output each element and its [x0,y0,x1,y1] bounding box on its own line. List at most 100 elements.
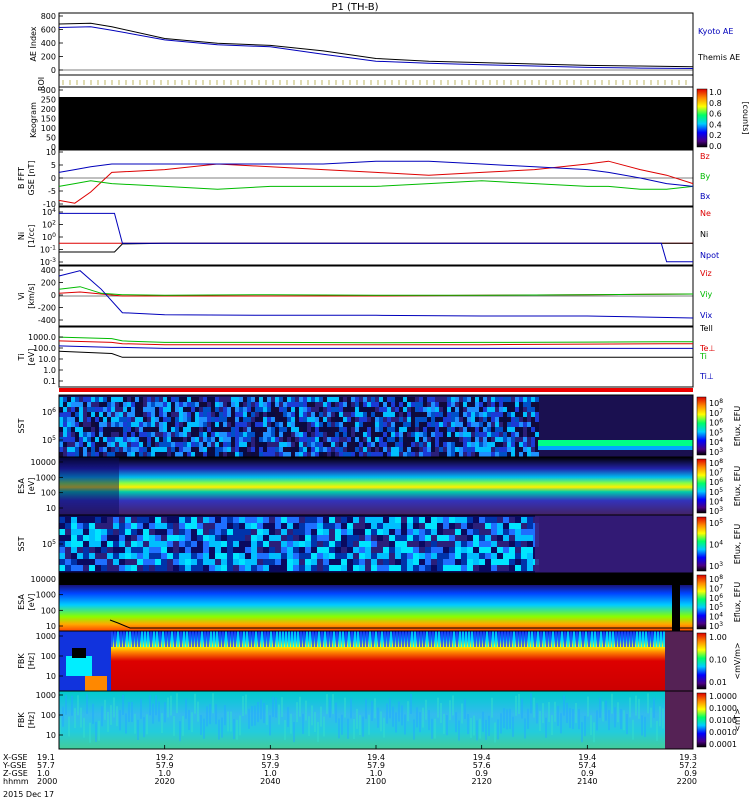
fbk-e-stripe [123,631,125,647]
sst-e-cell [91,412,95,417]
fbk-e-stripe [291,631,293,647]
sst-i-cell [413,565,419,571]
fbk-b-stripe [275,697,277,718]
sst-i-cell [515,535,521,541]
sst-e-cell [387,402,391,407]
sst-e-cell [491,432,495,437]
sst-e-cell [283,402,287,407]
sst-i-cell [245,535,251,541]
sst-e-cell [423,427,427,432]
sst-i-cell [119,529,125,535]
sst-e-cell [151,437,155,442]
sst-e-cell [247,412,251,417]
sst-e-cell [391,442,395,447]
sst-e-cell [515,417,519,422]
sst-e-cell [323,402,327,407]
temperature-tick-label: 10.0 [38,355,56,364]
sst-e-cell [255,422,259,427]
fbk-b-stripe [305,700,307,721]
sst-i-cell [371,529,377,535]
sst-e-cell [167,402,171,407]
sst-e-cell [415,397,419,402]
sst-e-cell [287,417,291,422]
fbk-b-stripe [71,695,73,716]
sst-i-cell [131,517,137,523]
sst-i-cell [179,553,185,559]
sst-e-cell [475,452,479,457]
sst-e-cell [239,407,243,412]
sst-e-cell [163,447,167,452]
sst-i-cell [197,559,203,565]
sst-e-cell [519,442,523,447]
sst-i-cell [401,559,407,565]
sst-i-cell [521,559,527,565]
sst-i-cell [269,517,275,523]
sst-e-cell [367,432,371,437]
sst-i-cell [269,553,275,559]
sst-i-cell [413,559,419,565]
sst-e-cell [75,417,79,422]
sst-e-cell [359,432,363,437]
sst-e-cell [523,402,527,407]
sst-e-cell [355,447,359,452]
fbk-b-stripe [440,703,442,724]
sst-i-cell [161,523,167,529]
sst-e-cell [411,407,415,412]
sst-e-cell [403,412,407,417]
bfield-series-line [58,160,694,187]
sst-e-cell [191,432,195,437]
sst-e-cell [275,402,279,407]
sst-e-cell [199,407,203,412]
fbk-b-stripe [230,711,232,732]
sst-e-cell [319,402,323,407]
sst-e-cell [71,422,75,427]
sst-e-cell [399,422,403,427]
sst-e-cell [107,447,111,452]
sst-e-cell [171,407,175,412]
sst-i-cell [173,517,179,523]
sst-e-cell [243,437,247,442]
sst-e-cell [199,447,203,452]
sst-i-cell [293,541,299,547]
sst-i-cell [371,541,377,547]
sst-e-cell [147,417,151,422]
sst-e-cell [223,427,227,432]
sst-e-cell [311,432,315,437]
sst-i-cell [317,565,323,571]
sst-e-cell [219,427,223,432]
fbk-b-stripe [161,713,163,734]
sst-e-cell [183,402,187,407]
sst-e-cell [87,412,91,417]
sst-i-cell [443,547,449,553]
sst-e-cell [279,412,283,417]
sst-e-cell [231,397,235,402]
sst-e-cell [315,442,319,447]
sst-e-cell [515,427,519,432]
sst-e-cell [315,422,319,427]
sst-e-cell [271,422,275,427]
sst-e-cell [83,417,87,422]
sst-i-cell [293,517,299,523]
sst-e-cell [171,432,175,437]
sst-e-cell [439,417,443,422]
sst-e-cell [419,412,423,417]
density-tick-label: 10-1 [40,245,56,255]
sst-i-cell [89,559,95,565]
sst-i-cell [83,541,89,547]
sst-e-cell [299,452,303,457]
velocity-tick-label: 0 [51,291,56,300]
sst-e-cell [135,437,139,442]
sst-e-cell [439,407,443,412]
sst-e-cell [247,427,251,432]
sst-e-cell [195,407,199,412]
sst-i-cell [203,565,209,571]
legend-bx: Bx [700,192,710,201]
sst-e-cell [103,432,107,437]
fbk-b-stripe [500,713,502,734]
sst-i-cell [77,523,83,529]
summary-plot: P1 (TH-B) AE Index 8006004002000 Kyoto A… [2,2,750,799]
x-axis-columns: 19.157.71.0200019.257.91.0202019.357.91.… [37,753,697,786]
sst-e-cell [87,432,91,437]
sst-e-cell [447,447,451,452]
fbk-e-stripe [294,631,296,647]
